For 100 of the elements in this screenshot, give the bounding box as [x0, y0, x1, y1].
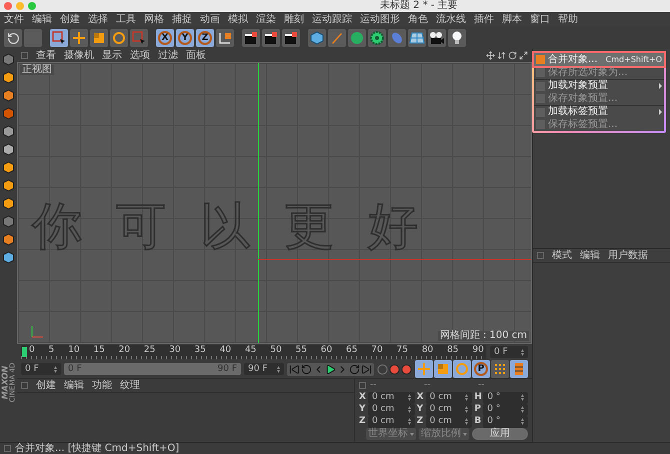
next-key-icon[interactable]: [349, 364, 360, 374]
cube-icon[interactable]: [2, 89, 15, 102]
logo-brand: MAXON: [1, 365, 9, 399]
context-menu-item[interactable]: 加载标签预置: [534, 105, 664, 118]
size-field[interactable]: 0 cm: [426, 404, 472, 416]
menu-item[interactable]: 选择: [88, 14, 108, 24]
spinner-icon: [408, 394, 411, 401]
viewport-menu-item[interactable]: 选项: [130, 50, 150, 60]
attributes-menu-item[interactable]: 编辑: [580, 250, 600, 260]
scale-icon: [436, 362, 450, 376]
spinner-icon: [521, 406, 524, 413]
axis-label: Y: [416, 405, 424, 414]
move-view-icon[interactable]: [486, 51, 495, 60]
spinner-icon: [521, 418, 524, 425]
start-frame-field[interactable]: 0 F: [21, 363, 61, 375]
menu-item[interactable]: 工具: [116, 14, 136, 24]
record-icon[interactable]: [389, 364, 400, 374]
axis-lock-button[interactable]: P: [472, 360, 490, 378]
axis-label: X: [416, 393, 424, 402]
frame-tick-label: 75: [396, 345, 408, 355]
cube-icon: [310, 31, 324, 45]
viewport-menu-item[interactable]: 查看: [36, 50, 56, 60]
menu-item[interactable]: 窗口: [530, 14, 550, 24]
end-frame-field[interactable]: 90 F: [244, 363, 284, 375]
menu-item[interactable]: 角色: [408, 14, 428, 24]
rotate-view-icon[interactable]: [508, 51, 517, 60]
viewport-menu-item[interactable]: 面板: [186, 50, 206, 60]
frame-tick-label: 70: [371, 345, 383, 355]
cube-icon[interactable]: [2, 161, 15, 174]
material-menu-item[interactable]: 编辑: [64, 380, 84, 390]
menu-item[interactable]: 帮助: [558, 14, 578, 24]
keyframe-off-icon[interactable]: [377, 364, 388, 374]
previous-key-icon[interactable]: [301, 364, 312, 374]
menu-item[interactable]: 模拟: [228, 14, 248, 24]
current-frame-field[interactable]: 0 F: [490, 346, 528, 358]
material-menu-item[interactable]: 创建: [36, 380, 56, 390]
film-strip-icon: [514, 362, 524, 376]
play-icon[interactable]: [325, 364, 336, 374]
menu-item[interactable]: 雕刻: [284, 14, 304, 24]
tool-button[interactable]: [262, 29, 280, 47]
tool-button[interactable]: [50, 29, 68, 47]
menu-item[interactable]: 编辑: [32, 14, 52, 24]
cube-icon[interactable]: [2, 125, 15, 138]
attributes-menu-item[interactable]: 模式: [552, 250, 572, 260]
menu-item[interactable]: 脚本: [502, 14, 522, 24]
dolly-icon[interactable]: [497, 51, 506, 60]
tool-button[interactable]: [242, 29, 260, 47]
spinner-icon: [521, 394, 524, 401]
menu-item[interactable]: 网格: [144, 14, 164, 24]
go-to-start-icon[interactable]: [289, 364, 300, 374]
axis-lock-button[interactable]: X: [156, 29, 174, 47]
apply-button[interactable]: 应用: [472, 428, 528, 440]
position-field[interactable]: 0 cm: [368, 404, 415, 416]
tool-button[interactable]: [282, 29, 300, 47]
axis-label: X: [359, 393, 366, 402]
panel-grip-icon: [359, 382, 366, 389]
spinner-icon: [465, 394, 468, 401]
menu-item[interactable]: 插件: [474, 14, 494, 24]
position-field[interactable]: 0 cm: [368, 416, 415, 428]
menu-item[interactable]: 动画: [200, 14, 220, 24]
size-field[interactable]: 0 cm: [426, 416, 472, 428]
material-menu-item[interactable]: 纹理: [120, 380, 140, 390]
caret-icon: [463, 432, 467, 436]
panel-grip-icon: [537, 252, 544, 259]
cube-icon[interactable]: [2, 143, 15, 156]
tool-button[interactable]: [448, 29, 466, 47]
cube-icon[interactable]: [2, 71, 15, 84]
go-to-end-icon[interactable]: [361, 364, 372, 374]
rotation-field[interactable]: 0 °: [483, 416, 528, 428]
context-menu-item[interactable]: 合并对象... Cmd+Shift+O: [534, 53, 664, 66]
axis-lock-button[interactable]: Z: [196, 29, 214, 47]
menu-item[interactable]: 捕捉: [172, 14, 192, 24]
tool-button[interactable]: [428, 29, 446, 47]
clapperboard-icon: [264, 31, 278, 45]
rotation-field[interactable]: 0 °: [483, 392, 528, 404]
position-field[interactable]: 0 cm: [368, 392, 415, 404]
attributes-menu-item[interactable]: 用户数据: [608, 250, 648, 260]
caret-icon: [410, 432, 414, 436]
viewport-menu-item[interactable]: 摄像机: [64, 50, 94, 60]
menu-item[interactable]: 文件: [4, 14, 24, 24]
menu-item[interactable]: 渲染: [256, 14, 276, 24]
frame-tick-label: 10: [68, 345, 80, 355]
maximize-icon[interactable]: [519, 51, 528, 60]
material-menu-item[interactable]: 功能: [92, 380, 112, 390]
size-field[interactable]: 0 cm: [426, 392, 472, 404]
axis-label: B: [474, 417, 482, 426]
autokey-icon[interactable]: [401, 364, 412, 374]
menu-item[interactable]: 运动跟踪: [312, 14, 352, 24]
close-icon[interactable]: [4, 2, 12, 10]
viewport-menu-item[interactable]: 过滤: [158, 50, 178, 60]
shortcut-label: Cmd+Shift+O: [606, 56, 662, 64]
light-bulb-icon: [450, 31, 464, 45]
menu-item[interactable]: 运动图形: [360, 14, 400, 24]
rotation-field[interactable]: 0 °: [483, 404, 528, 416]
menu-item[interactable]: 创建: [60, 14, 80, 24]
axis-lock-button[interactable]: Y: [176, 29, 194, 47]
viewport-menu-item[interactable]: 显示: [102, 50, 122, 60]
clapperboard-icon: [284, 31, 298, 45]
context-menu-item[interactable]: 加载对象预置: [534, 79, 664, 92]
menu-item[interactable]: 流水线: [436, 14, 466, 24]
